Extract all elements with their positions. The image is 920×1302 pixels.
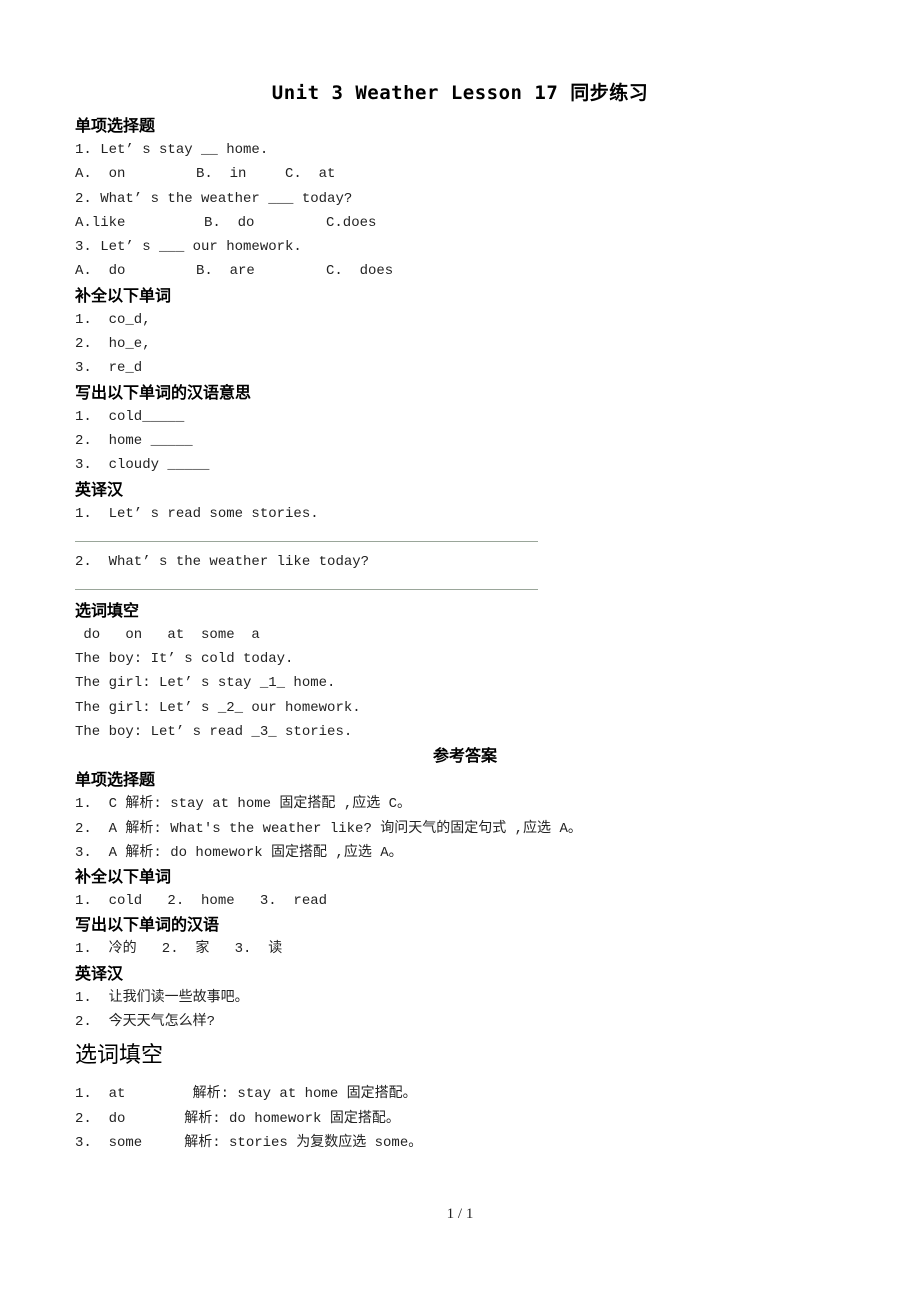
answers-heading: 参考答案: [432, 746, 497, 766]
option: C. does: [326, 263, 394, 280]
question-3-stem: 3. Let’ s ___ our homework.: [75, 239, 302, 256]
dialogue-line: The girl: Let’ s _2_ our homework.: [75, 699, 361, 716]
option: B. do: [204, 214, 255, 231]
answer-item: 2. 今天天气怎么样?: [75, 1014, 216, 1031]
section-heading-chinese-meaning: 写出以下单词的汉语意思: [75, 382, 252, 402]
answer-item: 1. C 解析: stay at home 固定搭配 ,应选 C。: [75, 796, 412, 813]
meaning-item: 2. home _____: [75, 432, 193, 449]
answers-heading-fill-blank: 选词填空: [75, 1043, 164, 1069]
dialogue-line: The boy: It’ s cold today.: [75, 651, 294, 668]
question-3-options: A. do B. are C. does: [75, 259, 855, 283]
complete-word-item: 1. co_d,: [75, 311, 151, 328]
meaning-item: 1. cold_____: [75, 408, 185, 425]
dialogue-line: The girl: Let’ s stay _1_ home.: [75, 675, 336, 692]
translate-item: 2. What’ s the weather like today?: [75, 554, 370, 571]
option: A.like: [75, 214, 126, 231]
option: C. at: [285, 166, 336, 183]
section-heading-single-choice: 单项选择题: [75, 116, 156, 135]
answers-heading-complete-words: 补全以下单词: [75, 867, 172, 887]
answer-line: [75, 574, 855, 598]
answers-heading-translate: 英译汉: [75, 963, 124, 983]
document-page: Unit 3 Weather Lesson 17 同步练习 单项选择题 1. L…: [0, 0, 920, 1302]
option: C.does: [326, 214, 377, 231]
complete-word-item: 2. ho_e,: [75, 336, 151, 353]
document-title: Unit 3 Weather Lesson 17 同步练习: [271, 82, 649, 104]
answer-item: 1. at 解析: stay at home 固定搭配。: [75, 1086, 417, 1103]
answer-item: 2. A 解析: What's the weather like? 询问天气的固…: [75, 820, 582, 837]
option: A. do: [75, 263, 126, 280]
section-heading-translate: 英译汉: [75, 479, 124, 499]
option: B. in: [196, 166, 247, 183]
answers-heading-chinese-meaning: 写出以下单词的汉语: [75, 915, 220, 935]
answer-item: 1. cold 2. home 3. read: [75, 893, 328, 910]
meaning-item: 3. cloudy _____: [75, 457, 210, 474]
complete-word-item: 3. re_d: [75, 360, 143, 377]
question-1-options: A. on B. in C. at: [75, 162, 855, 186]
answer-line: [75, 526, 855, 550]
answer-item: 1. 冷的 2. 家 3. 读: [75, 941, 283, 958]
question-1-stem: 1. Let’ s stay __ home.: [75, 142, 269, 158]
answers-heading-single-choice: 单项选择题: [75, 770, 156, 790]
answer-item: 2. do 解析: do homework 固定搭配。: [75, 1110, 400, 1127]
question-2-options: A.like B. do C.does: [75, 211, 855, 235]
word-bank: do on at some a: [75, 626, 260, 643]
option: A. on: [75, 166, 126, 183]
option: B. are: [196, 263, 255, 280]
translate-item: 1. Let’ s read some stories.: [75, 505, 319, 522]
dialogue-line: The boy: Let’ s read _3_ stories.: [75, 723, 353, 740]
answer-item: 3. A 解析: do homework 固定搭配 ,应选 A。: [75, 844, 403, 861]
question-2-stem: 2. What’ s the weather ___ today?: [75, 190, 353, 207]
section-heading-complete-words: 补全以下单词: [75, 285, 172, 305]
answer-item: 3. some 解析: stories 为复数应选 some。: [75, 1134, 423, 1151]
section-heading-fill-blank: 选词填空: [75, 600, 140, 620]
document-body: 单项选择题 1. Let’ s stay __ home. A. on B. in…: [75, 114, 855, 1155]
answer-item: 1. 让我们读一些故事吧。: [75, 989, 249, 1006]
page-number: 1 / 1: [446, 1206, 474, 1222]
